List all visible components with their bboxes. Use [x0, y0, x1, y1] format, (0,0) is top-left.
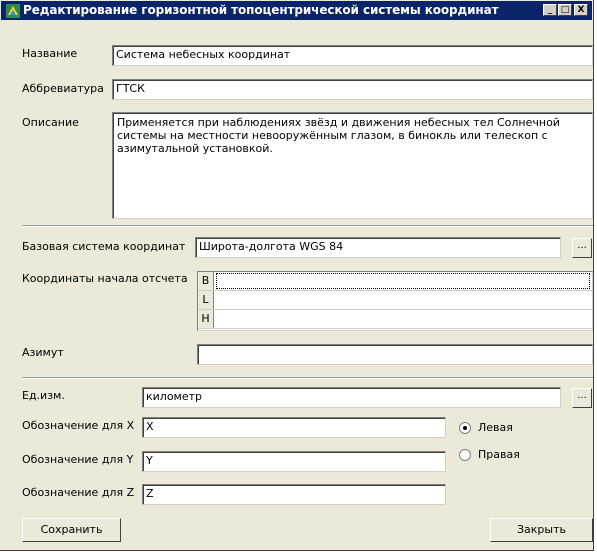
name-label: Название: [22, 47, 78, 60]
grid-row-header: L: [198, 291, 214, 309]
grid-cell-b[interactable]: [216, 273, 590, 289]
save-button[interactable]: Сохранить: [22, 518, 121, 542]
left-handed-label[interactable]: Левая: [478, 421, 513, 434]
left-handed-radio[interactable]: [459, 422, 471, 434]
separator: [22, 225, 593, 227]
grid-row-b[interactable]: B: [198, 272, 592, 291]
grid-row-header: B: [198, 272, 214, 290]
radio-selected-dot: [463, 426, 467, 430]
app-icon: [6, 4, 20, 18]
right-handed-label[interactable]: Правая: [478, 448, 520, 461]
base-system-field[interactable]: Широта-долгота WGS 84: [195, 237, 561, 258]
abbreviation-input[interactable]: ГТСК: [112, 79, 593, 100]
right-handed-radio[interactable]: [459, 449, 471, 461]
title-bar[interactable]: Редактирование горизонтной топоцентричес…: [1, 1, 592, 20]
base-system-label: Базовая система координат: [22, 240, 186, 253]
z-designation-input[interactable]: Z: [142, 484, 446, 505]
maximize-button[interactable]: □: [558, 4, 572, 16]
abbreviation-label: Аббревиатура: [22, 82, 104, 95]
grid-row-h[interactable]: H: [198, 310, 592, 329]
description-textarea[interactable]: Применяется при наблюдениях звёзд и движ…: [112, 112, 593, 219]
grid-cell-h[interactable]: [216, 311, 590, 327]
y-designation-label: Обозначение для Y: [22, 453, 134, 466]
close-window-button[interactable]: X: [574, 4, 588, 16]
unit-label: Ед.изм.: [22, 389, 65, 402]
grid-row-header: H: [198, 310, 214, 328]
x-designation-label: Обозначение для X: [22, 419, 135, 432]
window-title: Редактирование горизонтной топоцентричес…: [23, 3, 499, 17]
separator: [22, 377, 593, 379]
origin-coordinates-grid: B L H: [197, 271, 593, 331]
base-system-browse-button[interactable]: ...: [572, 238, 592, 258]
unit-browse-button[interactable]: ...: [572, 388, 592, 408]
grid-row-l[interactable]: L: [198, 291, 592, 310]
y-designation-input[interactable]: Y: [142, 451, 446, 472]
azimuth-label: Азимут: [22, 346, 64, 359]
z-designation-label: Обозначение для Z: [22, 486, 135, 499]
azimuth-input[interactable]: [197, 344, 593, 365]
edit-coordinate-system-dialog: Редактирование горизонтной топоцентричес…: [0, 0, 594, 551]
description-label: Описание: [22, 116, 79, 129]
close-button[interactable]: Закрыть: [490, 518, 593, 542]
name-input[interactable]: Система небесных координат: [112, 45, 593, 66]
x-designation-input[interactable]: X: [142, 417, 446, 438]
origin-label: Координаты начала отсчета: [22, 272, 188, 285]
unit-field[interactable]: километр: [142, 387, 561, 408]
grid-cell-l[interactable]: [216, 292, 590, 308]
minimize-button[interactable]: _: [543, 4, 557, 16]
